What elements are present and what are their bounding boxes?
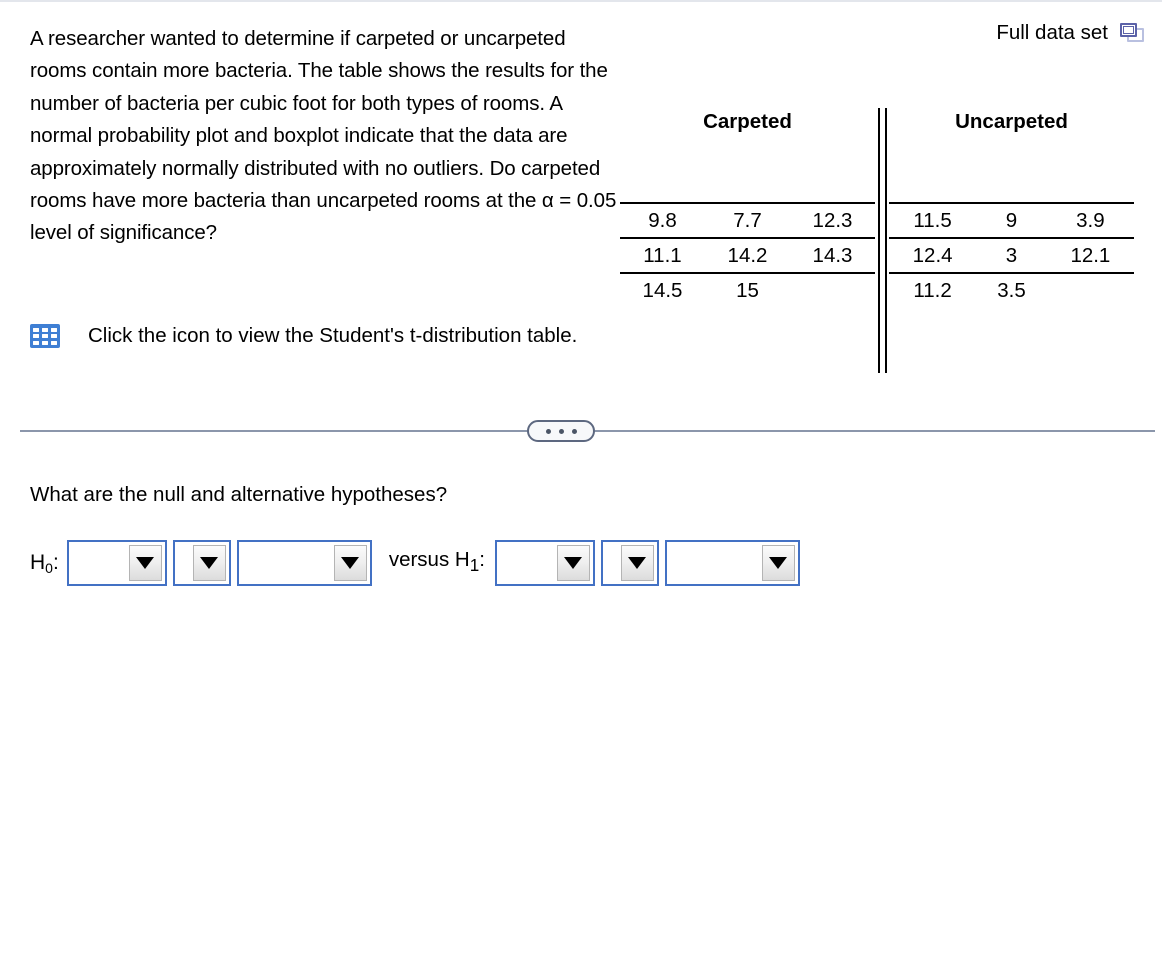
null-hypothesis-h: H — [30, 550, 46, 574]
table-cell: 9.8 — [620, 202, 705, 238]
table-cell: 11.5 — [889, 202, 977, 238]
uncarpeted-table: Uncarpeted 11.5 9 3.9 12.4 3 12.1 11.2 3… — [889, 108, 1134, 307]
data-tables: Carpeted 9.8 7.7 12.3 11.1 14.2 14.3 14.… — [620, 108, 1134, 373]
table-row: 11.5 9 3.9 — [889, 202, 1134, 238]
table-cell: 3.5 — [976, 272, 1047, 307]
popout-window-icon[interactable] — [1119, 22, 1145, 44]
table-cell: 14.2 — [705, 237, 790, 273]
table-cell: 11.1 — [620, 237, 705, 273]
table-cell: 7.7 — [705, 202, 790, 238]
problem-area: A researcher wanted to determine if carp… — [0, 20, 1162, 390]
table-cell — [1046, 272, 1134, 307]
chevron-down-icon[interactable] — [192, 545, 226, 581]
h0-operator-dropdown[interactable] — [172, 540, 231, 586]
table-cell: 14.5 — [620, 272, 705, 307]
uncarpeted-header: Uncarpeted — [955, 110, 1068, 133]
more-options-button[interactable] — [527, 420, 595, 442]
full-data-set-label: Full data set — [996, 21, 1108, 44]
carpeted-header-row: Carpeted — [620, 108, 875, 203]
alternative-hypothesis-label: versus H1: — [389, 547, 485, 579]
table-row: 11.1 14.2 14.3 — [620, 237, 875, 273]
h0-object-dropdown[interactable] — [236, 540, 372, 586]
table-cell — [790, 272, 875, 307]
null-hypothesis-subscript: 0 — [45, 559, 53, 576]
table-row: 12.4 3 12.1 — [889, 237, 1134, 273]
versus-text: versus H — [388, 547, 470, 571]
h1-subject-dropdown[interactable] — [494, 540, 595, 586]
full-data-set-control[interactable]: Full data set — [996, 20, 1145, 46]
problem-statement: A researcher wanted to determine if carp… — [30, 27, 617, 245]
table-cell: 12.1 — [1046, 237, 1134, 273]
table-cell: 11.2 — [889, 272, 977, 307]
table-row: 11.2 3.5 — [889, 272, 1134, 307]
table-cell: 12.4 — [889, 237, 977, 273]
chevron-down-icon[interactable] — [620, 545, 654, 581]
h0-subject-dropdown[interactable] — [66, 540, 167, 586]
table-cell: 12.3 — [790, 202, 875, 238]
table-vertical-separator — [875, 108, 889, 373]
section-divider — [20, 420, 1155, 442]
alt-hypothesis-subscript: 1 — [469, 556, 480, 576]
table-cell: 15 — [705, 272, 790, 307]
table-cell: 3.9 — [1046, 202, 1134, 238]
hypothesis-answer-row: H0: versus H1: — [30, 540, 806, 586]
t-distribution-link[interactable]: Click the icon to view the Student's t-d… — [30, 324, 577, 348]
table-cell: 3 — [976, 237, 1047, 273]
alt-hypothesis-colon: : — [479, 547, 485, 571]
table-row: 9.8 7.7 12.3 — [620, 202, 875, 238]
carpeted-table: Carpeted 9.8 7.7 12.3 11.1 14.2 14.3 14.… — [620, 108, 875, 307]
grid-table-icon[interactable] — [30, 324, 60, 348]
question-prompt: What are the null and alternative hypoth… — [30, 483, 448, 506]
chevron-down-icon[interactable] — [333, 545, 367, 581]
chevron-down-icon[interactable] — [761, 545, 795, 581]
chevron-down-icon[interactable] — [556, 545, 590, 581]
table-cell: 9 — [976, 202, 1047, 238]
null-hypothesis-colon: : — [52, 550, 59, 574]
table-row: 14.5 15 — [620, 272, 875, 307]
table-cell: 14.3 — [790, 237, 875, 273]
uncarpeted-header-row: Uncarpeted — [889, 108, 1134, 203]
h1-operator-dropdown[interactable] — [600, 540, 659, 586]
top-hairline — [0, 0, 1162, 2]
carpeted-header: Carpeted — [703, 110, 792, 133]
chevron-down-icon[interactable] — [128, 545, 162, 581]
h1-object-dropdown[interactable] — [664, 540, 800, 586]
null-hypothesis-label: H0: — [30, 550, 59, 577]
t-distribution-link-label: Click the icon to view the Student's t-d… — [88, 324, 578, 347]
